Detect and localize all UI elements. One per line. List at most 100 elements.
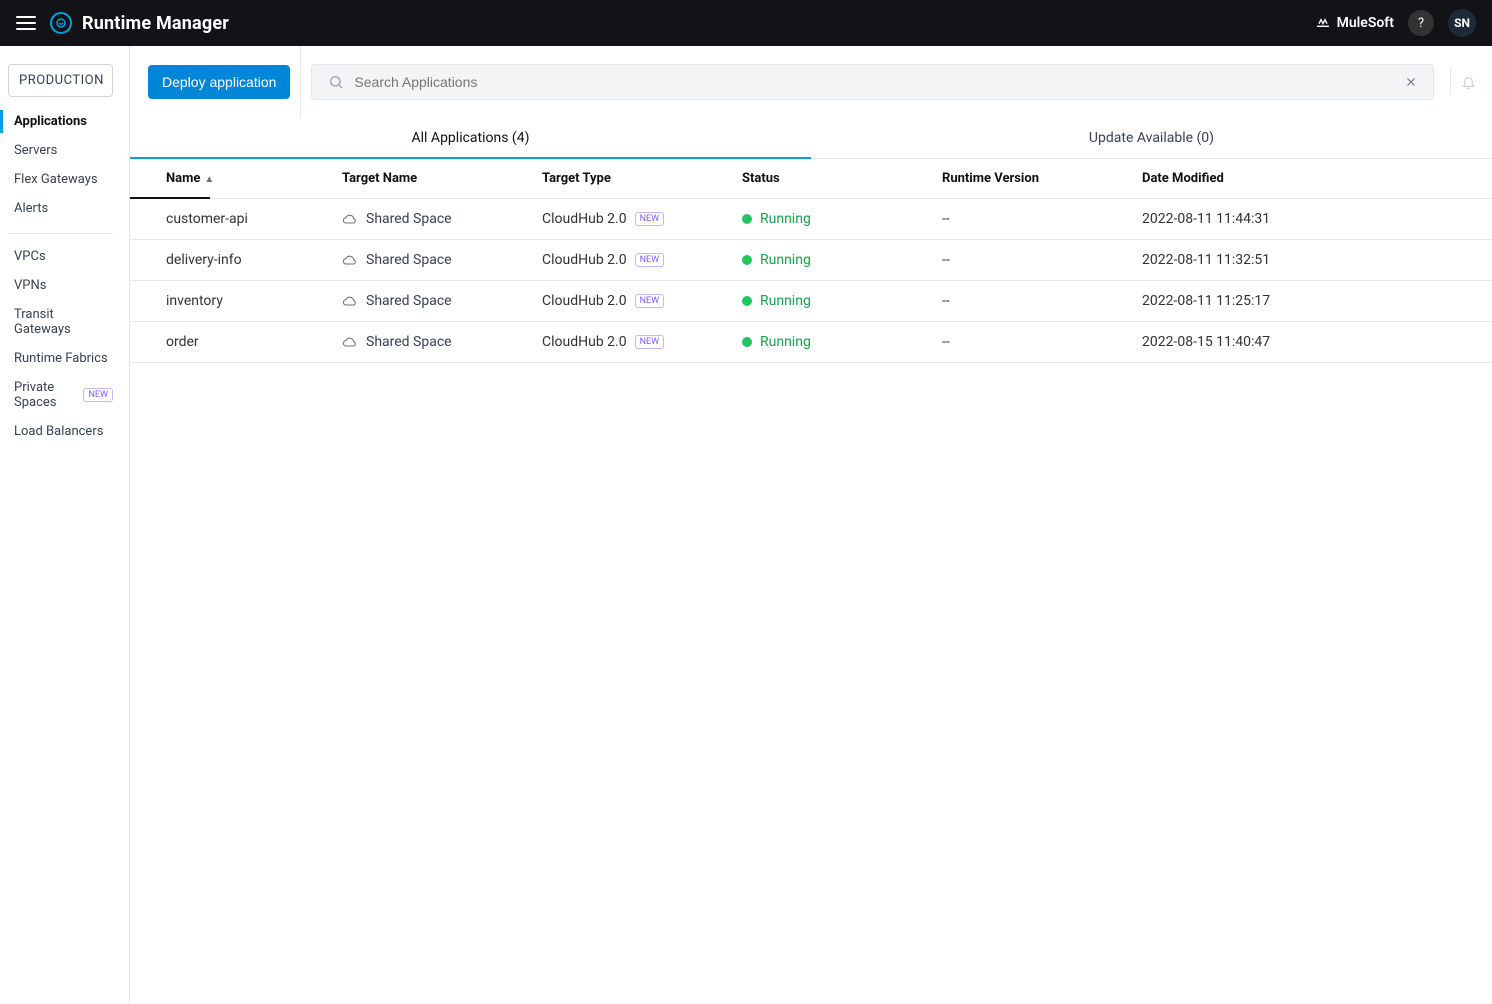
tab-all-applications[interactable]: All Applications (4) — [130, 118, 811, 158]
new-badge: NEW — [635, 212, 665, 226]
runtime-version: -- — [942, 293, 950, 309]
brand-name: MuleSoft — [1337, 15, 1394, 31]
status-text: Running — [760, 334, 811, 350]
app-name: inventory — [166, 293, 223, 309]
status-text: Running — [760, 211, 811, 227]
sidebar-item-label: Transit Gateways — [14, 307, 113, 337]
sidebar-item-private-spaces[interactable]: Private Spaces NEW — [0, 373, 121, 417]
product-logo-icon — [50, 12, 72, 34]
applications-table: Name▲ Target Name Target Type Status Run… — [130, 159, 1492, 363]
sidebar-nav-secondary: VPCs VPNs Transit Gateways Runtime Fabrics P… — [0, 242, 121, 446]
new-badge: NEW — [83, 388, 113, 402]
toolbar: Deploy application — [130, 46, 1492, 118]
col-header-target-name[interactable]: Target Name — [330, 159, 530, 199]
menu-icon[interactable] — [16, 16, 36, 30]
sidebar-item-applications[interactable]: Applications — [0, 107, 121, 136]
sidebar-divider — [8, 233, 113, 234]
status-dot-icon — [742, 255, 752, 265]
help-button[interactable]: ? — [1408, 10, 1434, 36]
sidebar-item-alerts[interactable]: Alerts — [0, 194, 121, 223]
toolbar-separator — [300, 46, 301, 118]
sidebar-item-label: Alerts — [14, 201, 48, 216]
main-content: Deploy application — [130, 46, 1492, 1004]
tab-all-label: All Applications (4) — [412, 130, 530, 146]
sidebar-item-load-balancers[interactable]: Load Balancers — [0, 417, 121, 446]
cloud-icon — [342, 213, 358, 225]
deploy-label: Deploy application — [162, 74, 276, 90]
status-text: Running — [760, 293, 811, 309]
date-modified: 2022-08-11 11:44:31 — [1142, 211, 1270, 227]
sidebar-item-label: VPNs — [14, 278, 46, 293]
sidebar-item-label: Servers — [14, 143, 57, 158]
sidebar-item-label: Runtime Fabrics — [14, 351, 108, 366]
col-header-date-modified[interactable]: Date Modified — [1130, 159, 1492, 199]
sidebar-item-label: VPCs — [14, 249, 46, 264]
top-bar: Runtime Manager MuleSoft ? SN — [0, 0, 1492, 46]
brand-link[interactable]: MuleSoft — [1315, 15, 1394, 31]
user-avatar[interactable]: SN — [1448, 9, 1476, 37]
search-icon — [328, 74, 344, 90]
sidebar-item-flex-gateways[interactable]: Flex Gateways — [0, 165, 121, 194]
target-name: Shared Space — [366, 252, 452, 268]
cloud-icon — [342, 254, 358, 266]
col-header-target-type[interactable]: Target Type — [530, 159, 730, 199]
deploy-application-button[interactable]: Deploy application — [148, 65, 290, 99]
status-dot-icon — [742, 296, 752, 306]
clear-search-button[interactable] — [1397, 68, 1425, 96]
table-row[interactable]: customer-api Shared Space CloudHub 2.0 NEW… — [130, 199, 1492, 240]
sidebar: PRODUCTION Applications Servers Flex Gatew… — [0, 46, 130, 1004]
notifications-button[interactable] — [1450, 69, 1476, 95]
cloud-icon — [342, 295, 358, 307]
target-type: CloudHub 2.0 — [542, 211, 627, 227]
sidebar-item-vpns[interactable]: VPNs — [0, 271, 121, 300]
new-badge: NEW — [635, 335, 665, 349]
sidebar-item-label: Flex Gateways — [14, 172, 98, 187]
target-name: Shared Space — [366, 293, 452, 309]
bell-icon — [1461, 73, 1476, 91]
product-brand: Runtime Manager — [50, 12, 229, 34]
runtime-version: -- — [942, 211, 950, 227]
sort-asc-icon: ▲ — [204, 174, 214, 185]
sidebar-item-servers[interactable]: Servers — [0, 136, 121, 165]
close-icon — [1404, 75, 1418, 89]
runtime-version: -- — [942, 252, 950, 268]
tab-update-label: Update Available (0) — [1089, 130, 1214, 146]
sidebar-item-label: Load Balancers — [14, 424, 103, 439]
col-header-runtime-version[interactable]: Runtime Version — [930, 159, 1130, 199]
target-type: CloudHub 2.0 — [542, 293, 627, 309]
target-type: CloudHub 2.0 — [542, 334, 627, 350]
search-input[interactable] — [352, 73, 1397, 91]
sidebar-item-label: Private Spaces — [14, 380, 77, 410]
table-row[interactable]: inventory Shared Space CloudHub 2.0 NEW Run… — [130, 281, 1492, 322]
status-text: Running — [760, 252, 811, 268]
target-name: Shared Space — [366, 334, 452, 350]
product-title: Runtime Manager — [82, 13, 229, 34]
new-badge: NEW — [635, 294, 665, 308]
avatar-initials: SN — [1454, 16, 1470, 30]
environment-selector[interactable]: PRODUCTION — [8, 64, 113, 97]
table-row[interactable]: order Shared Space CloudHub 2.0 NEW Running… — [130, 322, 1492, 363]
sidebar-item-vpcs[interactable]: VPCs — [0, 242, 121, 271]
table-row[interactable]: delivery-infoShared SpaceCloudHub 2.0 NE… — [130, 240, 1492, 281]
brand-icon — [1315, 15, 1331, 31]
app-name: delivery-info — [166, 252, 242, 268]
runtime-version: -- — [942, 334, 950, 350]
target-name: Shared Space — [366, 211, 452, 227]
tabs: All Applications (4) Update Available (0… — [130, 118, 1492, 159]
app-name: customer-api — [166, 211, 248, 227]
date-modified: 2022-08-11 11:32:51 — [1142, 252, 1270, 268]
tab-update-available[interactable]: Update Available (0) — [811, 118, 1492, 158]
app-name: order — [166, 334, 199, 350]
col-header-name[interactable]: Name▲ — [130, 159, 330, 199]
sidebar-nav-primary: Applications Servers Flex Gateways Alerts — [0, 107, 121, 223]
sidebar-item-transit-gateways[interactable]: Transit Gateways — [0, 300, 121, 344]
date-modified: 2022-08-15 11:40:47 — [1142, 334, 1270, 350]
cloud-icon — [342, 336, 358, 348]
search-field[interactable] — [311, 64, 1434, 100]
status-dot-icon — [742, 214, 752, 224]
col-header-status[interactable]: Status — [730, 159, 930, 199]
sidebar-item-runtime-fabrics[interactable]: Runtime Fabrics — [0, 344, 121, 373]
status-dot-icon — [742, 337, 752, 347]
new-badge: NEW — [635, 253, 665, 267]
help-label: ? — [1418, 16, 1424, 31]
